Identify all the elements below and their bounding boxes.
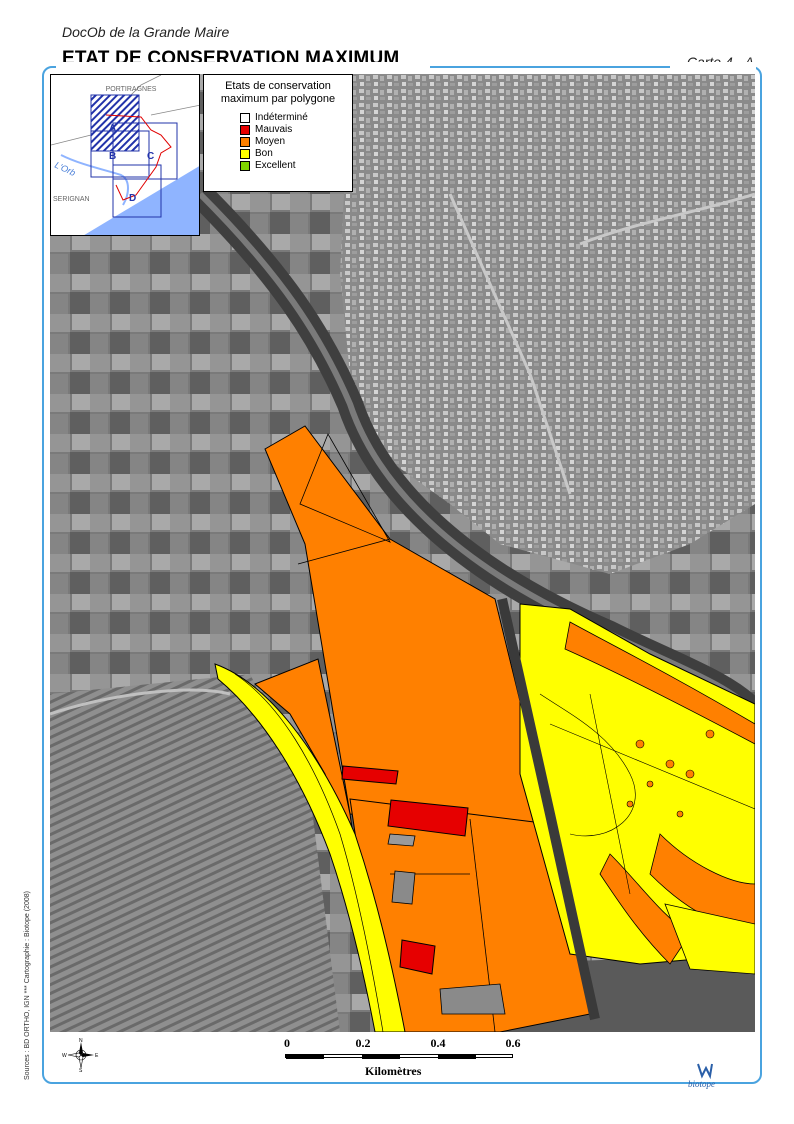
locator-river-label: L'Orb: [53, 160, 77, 178]
frame-gap: [670, 62, 756, 70]
scale-segments: [286, 1055, 476, 1059]
polygon-gap: [439, 983, 506, 1015]
legend-label: Mauvais: [255, 124, 293, 135]
polygon-moyen[interactable]: [685, 769, 695, 779]
legend-label: Indéterminé: [255, 112, 308, 123]
legend-label: Excellent: [255, 160, 296, 171]
locator-label-d: D: [129, 193, 136, 204]
polygon-moyen[interactable]: [676, 810, 684, 818]
polygon-moyen[interactable]: [705, 729, 715, 739]
locator-canvas: PORTIRAGNES SERIGNAN L'Orb A B C D: [51, 75, 199, 235]
compass-n: N: [79, 1038, 83, 1044]
polygon-gap: [391, 870, 416, 905]
legend-swatch-excellent: [240, 161, 250, 171]
document-subtitle: DocOb de la Grande Maire: [62, 24, 230, 40]
legend-item: Mauvais: [240, 124, 352, 136]
logo-text: biotope: [688, 1079, 715, 1089]
scale-tick-label: 0: [284, 1036, 290, 1050]
scale-tick-label: 0.6: [505, 1036, 521, 1050]
locator-label-a: A: [109, 123, 116, 134]
locator-town-north: PORTIRAGNES: [106, 86, 157, 93]
compass-s: S: [79, 1068, 83, 1072]
legend-swatch-mauvais: [240, 125, 250, 135]
locator-label-c: C: [147, 151, 154, 162]
locator-label-b: B: [109, 151, 116, 162]
scale-segment: [286, 1055, 324, 1059]
frame-gap: [56, 62, 430, 70]
scale-bar-graphic: [285, 1054, 513, 1059]
polygon-gap: [387, 833, 416, 847]
polygon-moyen[interactable]: [626, 800, 634, 808]
commune-limit: [150, 104, 199, 116]
map-sources: Sources : BD ORTHO, IGN *** Cartographie…: [24, 891, 31, 1080]
legend-list: Indéterminé Mauvais Moyen Bon Excellent: [240, 112, 352, 172]
biotope-logo: biotope: [688, 1062, 736, 1092]
scale-bar: 0 0.2 0.4 0.6 Kilomètres: [284, 1036, 525, 1078]
legend-item: Moyen: [240, 136, 352, 148]
legend-item: Bon: [240, 148, 352, 160]
legend-item: Indéterminé: [240, 112, 352, 124]
legend-swatch-bon: [240, 149, 250, 159]
scale-segment: [362, 1055, 400, 1059]
scale-unit: Kilomètres: [365, 1064, 422, 1078]
polygon-moyen[interactable]: [665, 759, 675, 769]
locator-town-west: SERIGNAN: [53, 196, 90, 203]
polygon-moyen[interactable]: [635, 739, 645, 749]
compass-w: W: [62, 1053, 67, 1059]
legend-label: Moyen: [255, 136, 286, 147]
compass-e: E: [95, 1053, 99, 1059]
map-legend: Etats de conservation maximum par polygo…: [203, 74, 353, 192]
polygon-moyen[interactable]: [646, 780, 654, 788]
legend-swatch-indetermine: [240, 113, 250, 123]
scale-segment: [438, 1055, 476, 1059]
scale-tick-label: 0.2: [355, 1036, 371, 1050]
compass-icon: N S E W: [62, 1038, 99, 1074]
logo-icon: [697, 1063, 713, 1080]
legend-title: Etats de conservation maximum par polygo…: [204, 80, 352, 106]
legend-swatch-moyen: [240, 137, 250, 147]
legend-label: Bon: [255, 148, 273, 159]
sea: [84, 166, 199, 235]
legend-title-line1: Etats de conservation: [225, 80, 331, 92]
legend-item: Excellent: [240, 160, 352, 172]
compass-rose: N S E W: [62, 1038, 100, 1074]
legend-title-line2: maximum par polygone: [220, 93, 336, 105]
locator-map: PORTIRAGNES SERIGNAN L'Orb A B C D: [50, 74, 200, 236]
scale-tick-label: 0.4: [430, 1036, 446, 1050]
